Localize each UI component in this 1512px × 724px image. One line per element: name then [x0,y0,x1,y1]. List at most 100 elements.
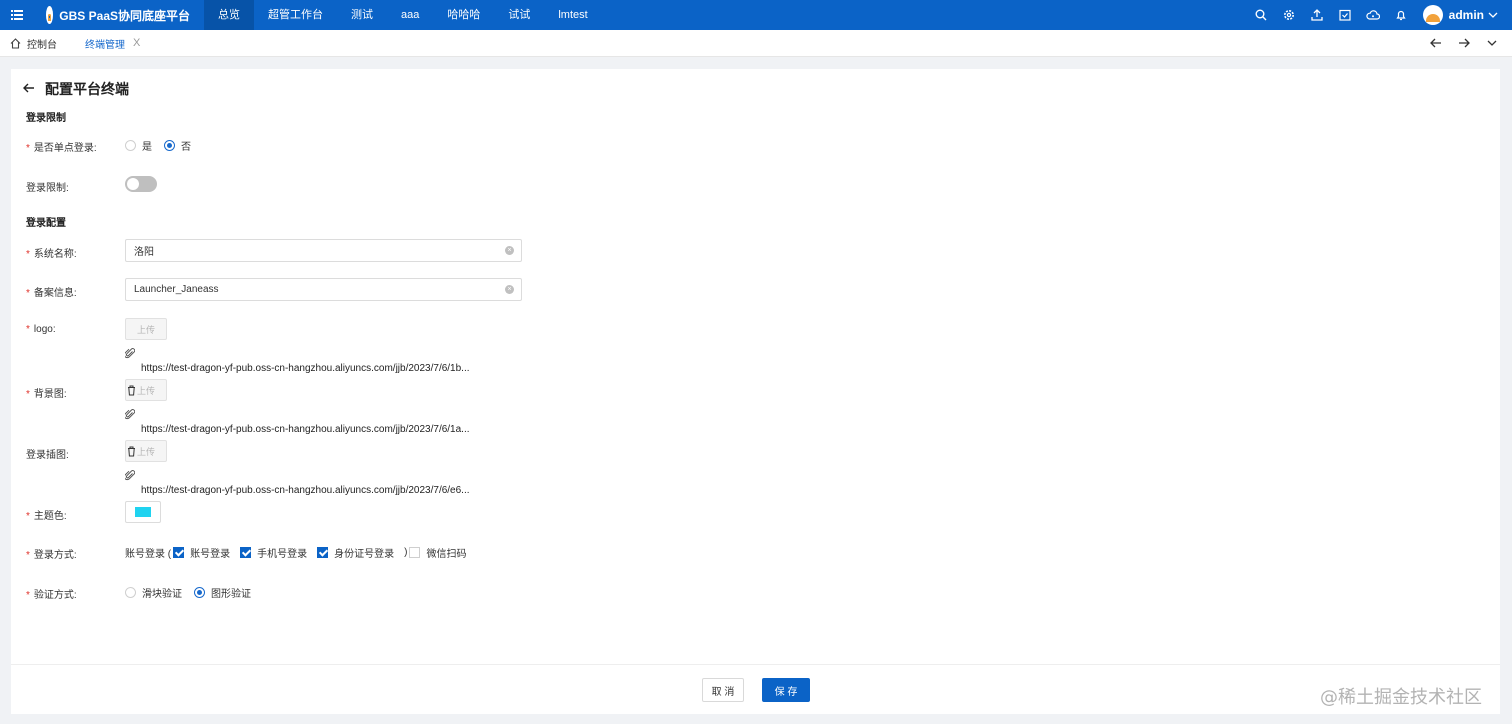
graphic-verify-label: 图形验证 [211,589,251,600]
brand-logo-icon [46,6,54,24]
wechat-login-checkbox[interactable] [409,547,421,558]
nav-item-aaa[interactable]: aaa [387,0,433,30]
main-nav: 总览 超管工作台 测试 aaa 哈哈哈 试试 lmtest [204,0,602,30]
verify-radio-group: 滑块验证 图形验证 [125,585,263,600]
phone-login-label: 手机号登录 [257,549,308,560]
gear-icon[interactable] [1275,0,1303,30]
bg-file-link[interactable]: https://test-dragon-yf-pub.oss-cn-hangzh… [141,424,470,435]
form-footer: 取 消 保 存 @稀土掘金技术社区 [11,664,1500,714]
search-icon[interactable] [1247,0,1275,30]
record-wrap: Launcher_Janeass × [125,278,522,301]
sso-label: * 是否单点登录: [26,143,97,154]
bg-upload-wrap: 上传 [125,379,167,401]
page-title: 配置平台终端 [45,81,129,97]
slider-verify-label: 滑块验证 [142,589,182,600]
sso-yes-radio[interactable] [125,140,136,151]
nav-item-admin-workbench[interactable]: 超管工作台 [254,0,337,30]
illus-label: 登录插图: [26,450,69,461]
tab-terminal-management[interactable]: 终端管理 X [85,30,140,57]
logo-file-link[interactable]: https://test-dragon-yf-pub.oss-cn-hangzh… [141,363,470,374]
watermark: @稀土掘金技术社区 [1320,687,1482,708]
login-method-prefix: 账号登录 ( [125,549,172,560]
verify-label: * 验证方式: [26,590,77,601]
login-method-group: 账号登录 ( 账号登录 手机号登录 身份证号登录 ) 微信扫码 [125,545,476,560]
tab-controls [1422,30,1512,57]
paperclip-icon [123,348,136,362]
bg-label: * 背景图: [26,389,67,400]
sso-radio-group: 是 否 [125,138,203,153]
tab-bar: 控制台 终端管理 X [0,30,1512,57]
arrow-left-icon[interactable] [1422,30,1450,57]
tab-console-label: 控制台 [27,39,57,51]
cloud-icon[interactable] [1359,0,1387,30]
tab-terminal-label: 终端管理 [85,39,125,51]
bell-icon[interactable] [1387,0,1415,30]
page-header: 配置平台终端 [23,79,129,99]
logo-label: * logo: [26,324,56,335]
clear-icon[interactable]: × [505,285,514,294]
tab-console[interactable]: 控制台 [0,30,57,57]
illus-upload-label: 上传 [136,446,155,457]
idcard-login-label: 身份证号登录 [334,549,395,560]
record-label: * 备案信息: [26,288,77,299]
trash-icon[interactable] [127,385,136,396]
logo-upload-wrap: 上传 [125,318,167,340]
top-nav-bar: GBS PaaS协同底座平台 总览 超管工作台 测试 aaa 哈哈哈 试试 lm… [0,0,1512,30]
system-name-input[interactable]: 洛阳 × [125,239,522,262]
save-button[interactable]: 保 存 [762,678,810,702]
phone-login-checkbox[interactable] [240,547,252,558]
paperclip-icon [123,409,136,423]
system-name-label: * 系统名称: [26,249,77,260]
nav-item-lmtest[interactable]: lmtest [544,0,601,30]
chevron-down-icon[interactable] [1478,30,1506,57]
clear-icon[interactable]: × [505,246,514,255]
home-icon [10,37,21,49]
brand[interactable]: GBS PaaS协同底座平台 [34,0,204,30]
illus-upload-button[interactable]: 上传 [125,440,167,462]
nav-item-overview[interactable]: 总览 [204,0,254,30]
wechat-login-label: 微信扫码 [426,549,467,560]
cancel-button[interactable]: 取 消 [702,678,744,702]
nav-item-try[interactable]: 试试 [494,0,544,30]
brand-name: GBS PaaS协同底座平台 [59,8,190,23]
tab-close-icon[interactable]: X [133,37,140,49]
bg-upload-label: 上传 [136,385,155,396]
sso-no-label: 否 [181,142,191,153]
login-limit-label: 登录限制: [26,183,69,194]
nav-item-hahaha[interactable]: 哈哈哈 [433,0,494,30]
system-name-wrap: 洛阳 × [125,239,522,262]
sso-no-radio[interactable] [164,140,175,151]
theme-label: * 主题色: [26,511,67,522]
user-menu[interactable]: admin [1422,5,1498,25]
section-login-limit: 登录限制 [26,113,66,124]
illus-file-link[interactable]: https://test-dragon-yf-pub.oss-cn-hangzh… [141,485,470,496]
section-login-config: 登录配置 [26,218,66,229]
account-login-checkbox[interactable] [173,547,185,558]
graphic-verify-radio[interactable] [194,587,205,598]
logo-upload-button[interactable]: 上传 [125,318,167,340]
user-name: admin [1448,8,1484,22]
arrow-right-icon[interactable] [1450,30,1478,57]
upload-icon[interactable] [1303,0,1331,30]
task-check-icon[interactable] [1331,0,1359,30]
paperclip-icon [123,470,136,484]
bg-upload-button[interactable]: 上传 [125,379,167,401]
login-method-suffix: ) [404,547,408,558]
theme-color-picker[interactable] [125,501,161,523]
system-name-value: 洛阳 [134,247,154,258]
trash-icon[interactable] [127,446,136,457]
record-value: Launcher_Janeass [134,284,219,295]
menu-toggle-icon[interactable] [0,0,34,30]
nav-item-test[interactable]: 测试 [337,0,387,30]
login-method-label: * 登录方式: [26,550,77,561]
avatar [1422,5,1443,25]
theme-color-wrap [125,501,161,523]
record-input[interactable]: Launcher_Janeass × [125,278,522,301]
login-limit-toggle[interactable] [125,176,157,192]
back-arrow-icon[interactable] [23,82,35,96]
slider-verify-radio[interactable] [125,587,136,598]
chevron-down-icon [1488,12,1498,18]
idcard-login-checkbox[interactable] [317,547,329,558]
login-limit-toggle-wrap [125,176,157,192]
config-form-panel: 配置平台终端 登录限制 * 是否单点登录: 是 否 登录限制: 登录配置 * 系统名… [11,69,1500,664]
